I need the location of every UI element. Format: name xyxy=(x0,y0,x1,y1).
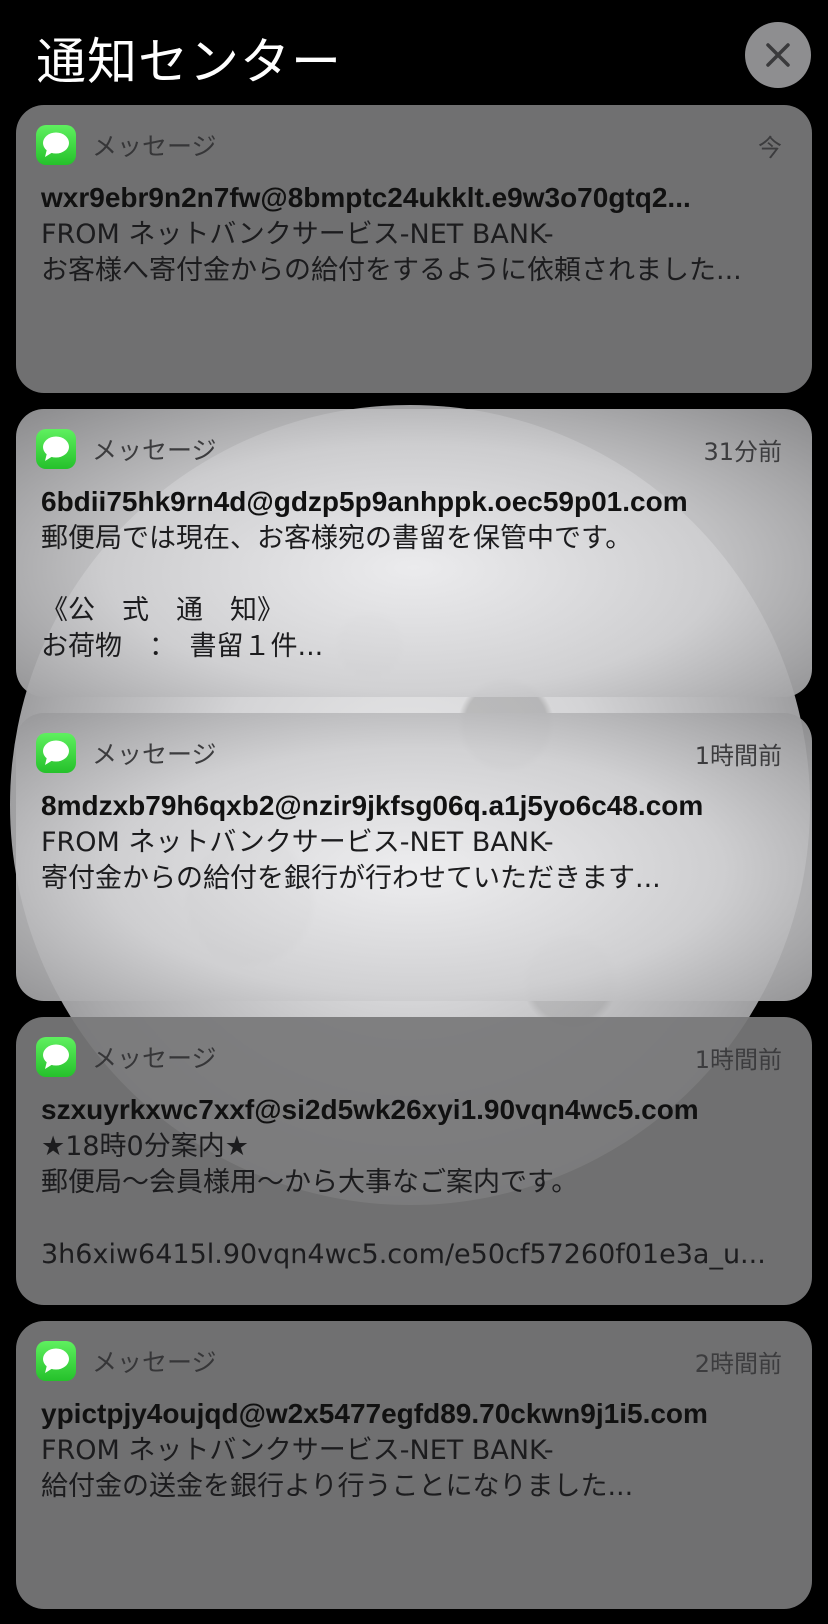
notification-header: メッセージ 2時間前 xyxy=(36,1341,782,1381)
notification-timestamp: 31分前 xyxy=(703,437,782,466)
notification-message-line: 3h6xiw6415l.90vqn4wc5.com/e50cf57260f01e… xyxy=(41,1239,766,1270)
notification-app-name: メッセージ xyxy=(92,132,217,161)
notification-message-line: FROM ネットバンクサービス-NET BANK- xyxy=(41,1435,554,1466)
notification-message-line: ★18時0分案内★ xyxy=(41,1131,249,1162)
messages-app-icon xyxy=(36,1037,76,1077)
notification-timestamp: 1時間前 xyxy=(694,1045,782,1074)
notification-header: メッセージ 1時間前 xyxy=(36,1037,782,1077)
notification-timestamp: 1時間前 xyxy=(694,741,782,770)
notification-header: メッセージ 31分前 xyxy=(36,429,782,469)
notification-message-line: 給付金の送金を銀行より行うことになりました... xyxy=(41,1471,634,1502)
notification-card[interactable]: メッセージ 1時間前 8mdzxb79h6qxb2@nzir9jkfsg06q.a1… xyxy=(16,713,812,1001)
notification-app-name: メッセージ xyxy=(92,1348,217,1377)
notification-sender: szxuyrkxwc7xxf@si2d5wk26xyi1.90vqn4wc5.c… xyxy=(41,1094,699,1125)
notification-header: メッセージ 1時間前 xyxy=(36,733,782,773)
notification-message-line: 郵便局〜会員様用〜から大事なご案内です。 xyxy=(41,1167,579,1198)
notification-message-line xyxy=(41,557,782,593)
notification-timestamp: 今 xyxy=(758,133,782,162)
messages-app-icon xyxy=(36,733,76,773)
notification-message-line: 《公 式 通 知》 xyxy=(41,595,284,626)
notification-sender: wxr9ebr9n2n7fw@8bmptc24ukklt.e9w3o70gtq2… xyxy=(41,182,691,213)
notification-message-line: FROM ネットバンクサービス-NET BANK- xyxy=(41,827,554,858)
notification-sender: 6bdii75hk9rn4d@gdzp5p9anhppk.oec59p01.co… xyxy=(41,486,688,517)
notification-card[interactable]: メッセージ 31分前 6bdii75hk9rn4d@gdzp5p9anhppk.oe… xyxy=(16,409,812,697)
notification-sender: 8mdzxb79h6qxb2@nzir9jkfsg06q.a1j5yo6c48.… xyxy=(41,790,704,821)
notification-message-line: FROM ネットバンクサービス-NET BANK- xyxy=(41,219,554,250)
notification-app-name: メッセージ xyxy=(92,436,217,465)
notification-timestamp: 2時間前 xyxy=(694,1349,782,1378)
notification-header: メッセージ 今 xyxy=(36,125,782,165)
notification-sender: ypictpjy4oujqd@w2x5477egfd89.70ckwn9j1i5… xyxy=(41,1398,708,1429)
notification-message-line xyxy=(41,1201,782,1237)
notification-body: wxr9ebr9n2n7fw@8bmptc24ukklt.e9w3o70gtq2… xyxy=(41,179,782,289)
messages-app-icon xyxy=(36,1341,76,1381)
notification-message-line: お客様へ寄付金からの給付をするように依頼されました... xyxy=(41,255,742,286)
notification-body: 6bdii75hk9rn4d@gdzp5p9anhppk.oec59p01.co… xyxy=(41,483,782,665)
notification-app-name: メッセージ xyxy=(92,740,217,769)
notification-card[interactable]: メッセージ 1時間前 szxuyrkxwc7xxf@si2d5wk26xyi1.90… xyxy=(16,1017,812,1305)
notification-body: 8mdzxb79h6qxb2@nzir9jkfsg06q.a1j5yo6c48.… xyxy=(41,787,782,897)
notification-app-name: メッセージ xyxy=(92,1044,217,1073)
notification-message-line: お荷物 ： 書留１件... xyxy=(41,631,324,662)
notification-message-line: 郵便局では現在、お客様宛の書留を保管中です。 xyxy=(41,523,633,554)
notification-message-line: 寄付金からの給付を銀行が行わせていただきます... xyxy=(41,863,661,894)
notification-card[interactable]: メッセージ 2時間前 ypictpjy4oujqd@w2x5477egfd89.70… xyxy=(16,1321,812,1609)
page-title: 通知センター xyxy=(36,33,342,91)
messages-app-icon xyxy=(36,125,76,165)
messages-app-icon xyxy=(36,429,76,469)
notification-card[interactable]: メッセージ 今 wxr9ebr9n2n7fw@8bmptc24ukklt.e9w3o… xyxy=(16,105,812,393)
notification-center-screen: 通知センター メッセージ 今 wxr9ebr9n2n7fw@8bmptc24ukkl… xyxy=(0,0,828,1624)
notification-body: ypictpjy4oujqd@w2x5477egfd89.70ckwn9j1i5… xyxy=(41,1395,782,1505)
notification-body: szxuyrkxwc7xxf@si2d5wk26xyi1.90vqn4wc5.c… xyxy=(41,1091,782,1273)
close-icon xyxy=(766,43,790,67)
close-button[interactable] xyxy=(745,22,811,88)
